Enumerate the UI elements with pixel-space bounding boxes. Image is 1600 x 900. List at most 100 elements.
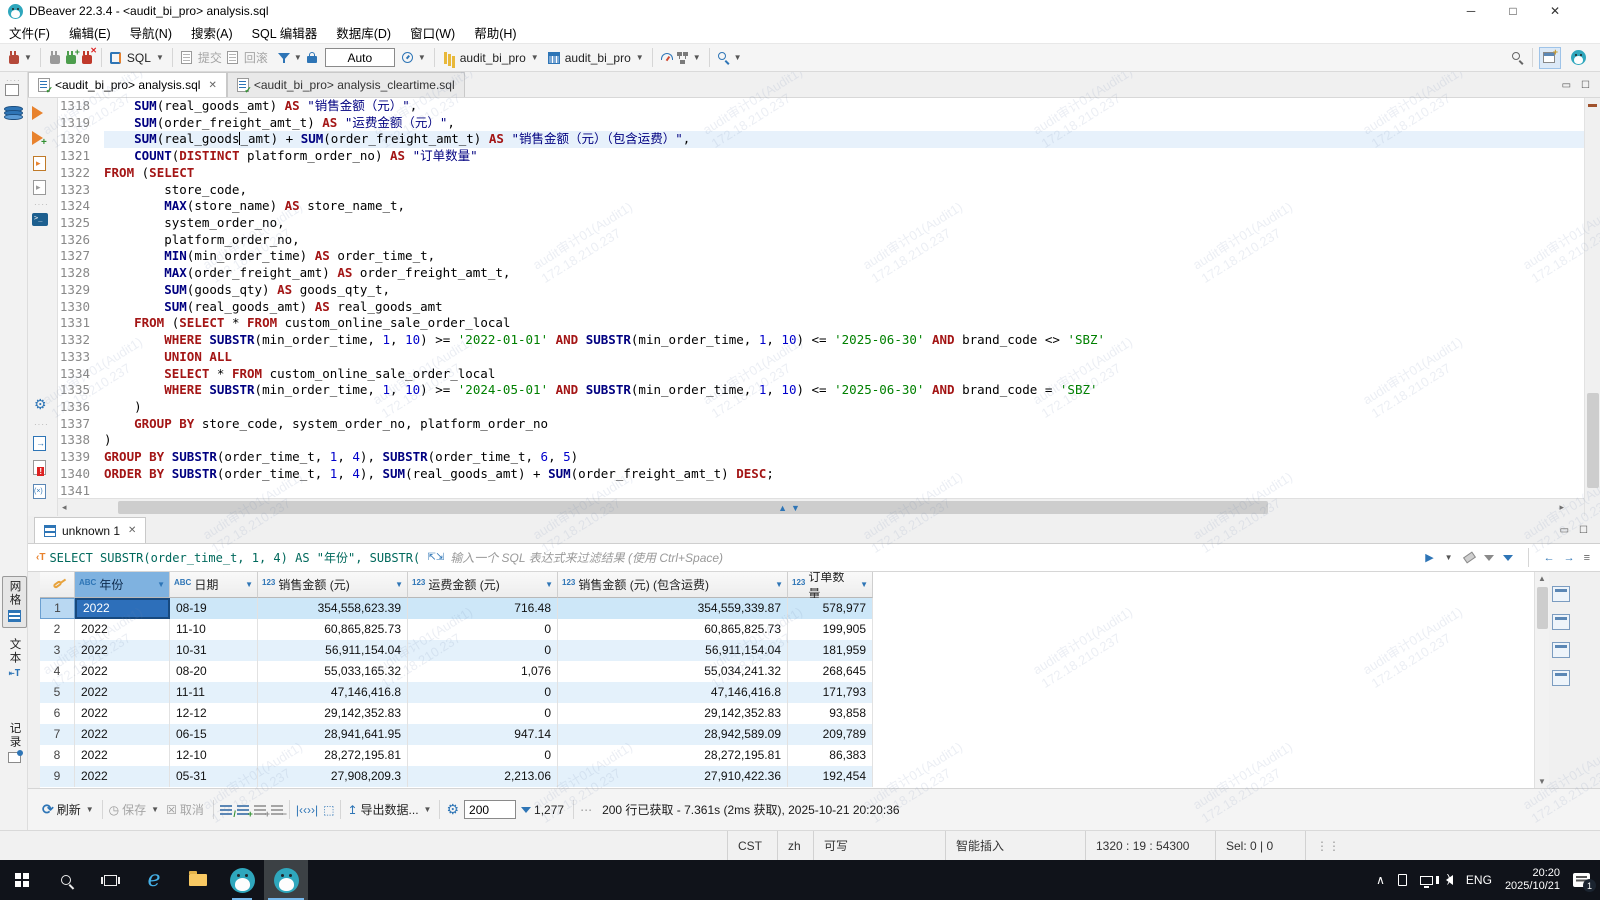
result-grid[interactable]: ABC 年份 ▼ ABC 日期 ▼ 123 销售金额 (元) ▼ 123 运费金额 (元) ▼ 123 销… [40,572,1534,788]
export-dropdown[interactable]: ▼ [424,805,432,814]
table-cell[interactable]: 354,559,339.87 [558,598,788,619]
menu-item[interactable]: 搜索(A) [191,23,233,42]
menu-item[interactable]: 帮助(H) [474,23,516,42]
apply-filter-icon[interactable]: ▶ [1425,551,1433,564]
table-cell[interactable]: 56,911,154.04 [558,640,788,661]
grid-scroll-up-icon[interactable]: ▲ [1538,574,1546,583]
table-cell[interactable]: 08-19 [170,598,258,619]
row-number[interactable]: 3 [40,640,75,661]
cancel-button[interactable]: 取消 [180,801,204,818]
search-dropdown[interactable]: ▼ [734,53,742,62]
table-row[interactable]: 8 2022 12-10 28,272,195.81 0 28,272,195.81 86,… [40,745,1534,766]
column-header-2[interactable]: ABC 日期 ▼ [170,572,258,598]
filter-menu-icon[interactable]: ≡ [1584,552,1590,564]
close-button[interactable]: ✕ [1534,4,1576,18]
table-cell[interactable]: 2022 [75,682,170,703]
table-cell[interactable]: 27,908,209.3 [258,766,408,787]
duplicate-row-icon[interactable]: + [253,804,270,819]
table-cell[interactable]: 192,454 [788,766,873,787]
language-indicator[interactable]: ENG [1466,873,1492,887]
explain-plan-icon[interactable] [33,180,46,195]
ie-taskbar-icon[interactable]: e [132,860,176,900]
table-cell[interactable]: 08-20 [170,661,258,682]
code-line[interactable]: 1326 platform_order_no, [58,231,1584,249]
clear-filter-icon[interactable] [1462,551,1476,564]
table-cell[interactable]: 716.48 [408,598,558,619]
view-toggle-record[interactable]: 记录 [2,722,27,778]
column-header-4[interactable]: 123 运费金额 (元) ▼ [408,572,558,598]
scroll-left-icon[interactable]: ◂ [62,502,67,513]
code-line[interactable]: 1324 MAX(store_name) AS store_name_t, [58,198,1584,216]
maximize-results-icon[interactable]: ☐ [1579,525,1588,536]
table-cell[interactable]: 27,910,422.36 [558,766,788,787]
reconnect-icon[interactable] [63,47,80,66]
table-row[interactable]: 2 2022 11-10 60,865,825.73 0 60,865,825.73 199… [40,619,1534,640]
code-line[interactable]: 1331 FROM (SELECT * FROM custom_online_s… [58,315,1584,333]
menu-item[interactable]: 文件(F) [9,23,50,42]
table-row[interactable]: 5 2022 11-11 47,146,416.8 0 47,146,416.8 171,7… [40,682,1534,703]
sql-editor-dropdown[interactable]: ▼ [156,53,164,62]
editor-settings-icon[interactable]: ⚙ [34,396,47,413]
table-cell[interactable]: 354,558,623.39 [258,598,408,619]
transaction-log-dropdown[interactable]: ▼ [418,53,426,62]
back-icon[interactable]: ← [1544,552,1555,564]
value-panel-toggle-icon[interactable] [1552,586,1570,602]
code-line[interactable]: 1333 UNION ALL [58,348,1584,366]
lock-icon[interactable] [304,50,320,66]
table-cell[interactable]: 199,905 [788,619,873,640]
table-cell[interactable]: 2022 [75,745,170,766]
table-row[interactable]: 9 2022 05-31 27,908,209.3 2,213.06 27,910,422… [40,766,1534,787]
table-cell[interactable]: 2022 [75,703,170,724]
row-number[interactable]: 9 [40,766,75,787]
code-line[interactable]: 1328 MAX(order_freight_amt) AS order_fre… [58,265,1584,282]
fetch-size-input[interactable] [464,800,517,819]
row-number[interactable]: 4 [40,661,75,682]
table-cell[interactable]: 12-12 [170,703,258,724]
table-cell[interactable]: 0 [408,682,558,703]
menu-item[interactable]: 窗口(W) [410,23,455,42]
restore-panel-icon[interactable] [5,84,19,96]
refresh-icon[interactable]: ⟳ [42,801,54,818]
table-cell[interactable]: 28,942,589.09 [558,724,788,745]
row-number[interactable]: 2 [40,619,75,640]
table-cell[interactable]: 05-31 [170,766,258,787]
export-button[interactable]: 导出数据... [361,801,419,818]
usb-tray-icon[interactable] [1397,874,1407,886]
editor-horizontal-scrollbar[interactable]: ◂ ▸ [58,498,1584,516]
table-cell[interactable]: 29,142,352.83 [258,703,408,724]
table-row[interactable]: 3 2022 10-31 56,911,154.04 0 56,911,154.04 181… [40,640,1534,661]
table-cell[interactable]: 28,272,195.81 [258,745,408,766]
schema-selector[interactable]: audit_bi_pro [565,51,631,65]
code-line[interactable]: 1327 MIN(min_order_time) AS order_time_t… [58,248,1584,266]
table-cell[interactable]: 209,789 [788,724,873,745]
table-cell[interactable]: 55,034,241.32 [558,661,788,682]
table-cell[interactable]: 181,959 [788,640,873,661]
table-cell[interactable]: 06-15 [170,724,258,745]
table-row[interactable]: 7 2022 06-15 28,941,641.95 947.14 28,942,589.… [40,724,1534,745]
execute-statement-icon[interactable] [32,106,43,120]
table-cell[interactable]: 947.14 [408,724,558,745]
code-line[interactable]: 1335 WHERE SUBSTR(min_order_time, 1, 10)… [58,382,1584,399]
minimize-results-icon[interactable]: ▭ [1560,525,1569,536]
table-cell[interactable]: 2022 [75,766,170,787]
first-page-icon[interactable]: |‹ [296,803,303,817]
table-cell[interactable]: 55,033,165.32 [258,661,408,682]
aggregate-panel-toggle-icon[interactable] [1552,670,1570,686]
table-cell[interactable]: 60,865,825.73 [258,619,408,640]
search-icon[interactable] [716,50,732,66]
transaction-dropdown[interactable]: ▼ [294,53,302,62]
rollback-button[interactable]: 回滚 [244,49,268,66]
filter-input[interactable]: 输入一个 SQL 表达式来过滤结果 (使用 Ctrl+Space) [450,549,1425,566]
code-line[interactable]: 1319 SUM(order_freight_amt_t) AS "运费金额（元… [58,114,1584,132]
table-cell[interactable]: 0 [408,640,558,661]
code-line[interactable]: 1339 GROUP BY SUBSTR(order_time_t, 1, 4),… [58,449,1584,466]
tab-close-icon[interactable]: ✕ [208,80,216,91]
menu-item[interactable]: SQL 编辑器 [252,23,318,42]
code-line[interactable]: 1320 SUM(real_goods_amt) + SUM(order_fre… [58,131,1584,149]
minimize-button[interactable]: ─ [1450,4,1492,18]
table-cell[interactable]: 56,911,154.04 [258,640,408,661]
maximize-button[interactable]: □ [1492,4,1534,18]
scrollbar-thumb[interactable] [1587,393,1599,488]
table-cell[interactable]: 28,272,195.81 [558,745,788,766]
network-tray-icon[interactable] [1419,875,1433,888]
